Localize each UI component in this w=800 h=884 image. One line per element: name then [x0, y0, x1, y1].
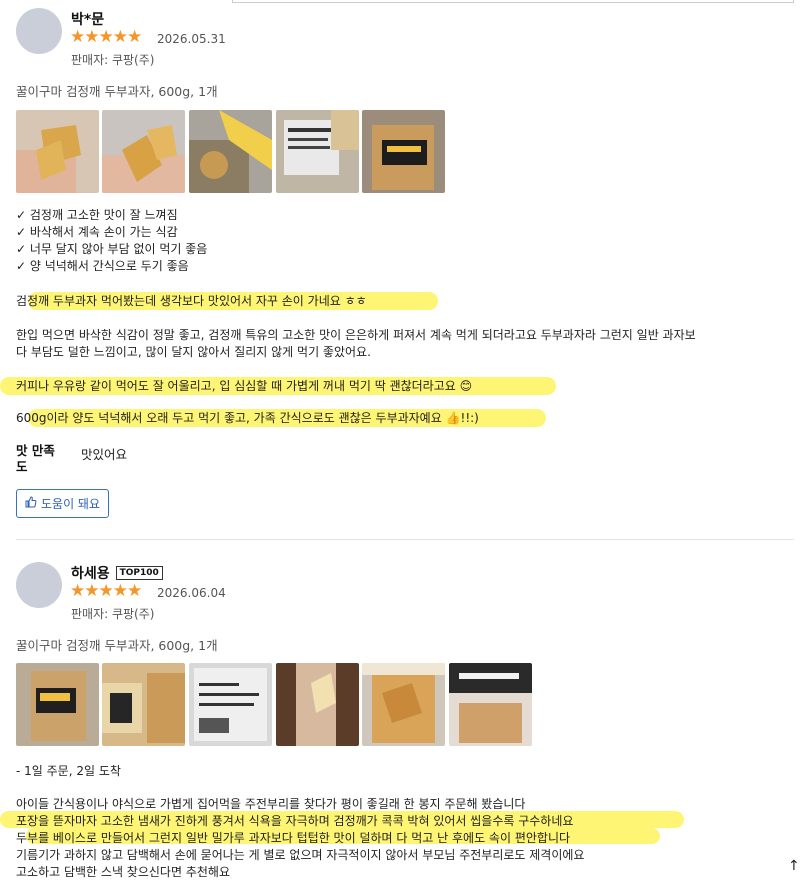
helpful-label: 도움이 돼요 — [41, 497, 101, 511]
review-text: 다 부담도 덜한 느낌이고, 많이 달지 않아서 질리지 않게 먹기 좋았어요. — [16, 345, 371, 359]
review-photo[interactable] — [102, 663, 185, 746]
avatar — [16, 562, 62, 608]
review-text: 포장을 뜯자마자 고소한 냄새가 진하게 풍겨서 식욕을 자극하며 검정깨가 콕… — [16, 814, 574, 828]
review-photo[interactable] — [16, 110, 99, 193]
checklist-item: ✓ 양 넉넉해서 간식으로 두기 좋음 — [16, 259, 189, 273]
scroll-top-icon[interactable]: ↑ — [788, 858, 800, 874]
review-photo[interactable] — [276, 663, 359, 746]
review-photo[interactable] — [102, 110, 185, 193]
review-photo[interactable] — [189, 110, 272, 193]
top100-badge: TOP100 — [115, 566, 163, 580]
taste-satisfaction-value: 맛있어요 — [81, 447, 128, 462]
review-divider — [16, 539, 794, 540]
reviewer-name: 하세용 — [71, 566, 110, 582]
review-text: 기름기가 과하지 않고 담백해서 손에 묻어나는 게 별로 없으며 자극적이지 … — [16, 848, 585, 862]
product-option: 꿀이구마 검정깨 두부과자, 600g, 1개 — [16, 638, 218, 653]
review-text: 아이들 간식용이나 야식으로 가볍게 집어먹을 주전부리를 찾다가 평이 좋길래… — [16, 797, 526, 811]
review-text: 한입 먹으면 바삭한 식감이 정말 좋고, 검정깨 특유의 고소한 맛이 은은하… — [16, 328, 696, 342]
review-text: - 1일 주문, 2일 도착 — [16, 764, 121, 778]
review-photo[interactable] — [276, 110, 359, 193]
review-text: 600g이라 양도 넉넉해서 오래 두고 먹기 좋고, 가족 간식으로도 괜찮은… — [16, 411, 479, 425]
review-text: 검정깨 두부과자 먹어봤는데 생각보다 맛있어서 자꾸 손이 가네요 ㅎㅎ — [16, 294, 367, 308]
taste-satisfaction-label: 맛 만족도 — [16, 443, 55, 474]
review-date: 2026.05.31 — [157, 32, 226, 46]
review-text: 두부를 베이스로 만들어서 그런지 일반 밀가루 과자보다 텁텁한 맛이 덜하며… — [16, 831, 571, 845]
review-photo[interactable] — [362, 663, 445, 746]
review-text: 고소하고 담백한 스낵 찾으신다면 추천해요 — [16, 865, 230, 879]
review-photo[interactable] — [362, 110, 445, 193]
star-rating: ★★★★★ — [70, 581, 142, 601]
review-photo[interactable] — [449, 663, 532, 746]
seller-label: 판매자: 쿠팡(주) — [71, 607, 155, 621]
star-rating: ★★★★★ — [70, 27, 142, 47]
review-photo[interactable] — [189, 663, 272, 746]
thumbs-up-icon — [25, 496, 37, 511]
review-text: 커피나 우유랑 같이 먹어도 잘 어울리고, 입 심심할 때 가볍게 꺼내 먹기… — [16, 379, 473, 393]
checklist-item: ✓ 너무 달지 않아 부담 없이 먹기 좋음 — [16, 242, 208, 256]
avatar — [16, 8, 62, 54]
helpful-button[interactable]: 도움이 돼요 — [16, 489, 110, 518]
checklist-item: ✓ 검정깨 고소한 맛이 잘 느껴짐 — [16, 208, 178, 222]
review-photo[interactable] — [16, 663, 99, 746]
seller-label: 판매자: 쿠팡(주) — [71, 53, 155, 67]
reviewer-name: 박*문 — [71, 12, 105, 28]
checklist-item: ✓ 바삭해서 계속 손이 가는 식감 — [16, 225, 178, 239]
product-option: 꿀이구마 검정깨 두부과자, 600g, 1개 — [16, 84, 218, 99]
top-input-edge — [232, 0, 794, 3]
review-date: 2026.06.04 — [157, 586, 226, 600]
